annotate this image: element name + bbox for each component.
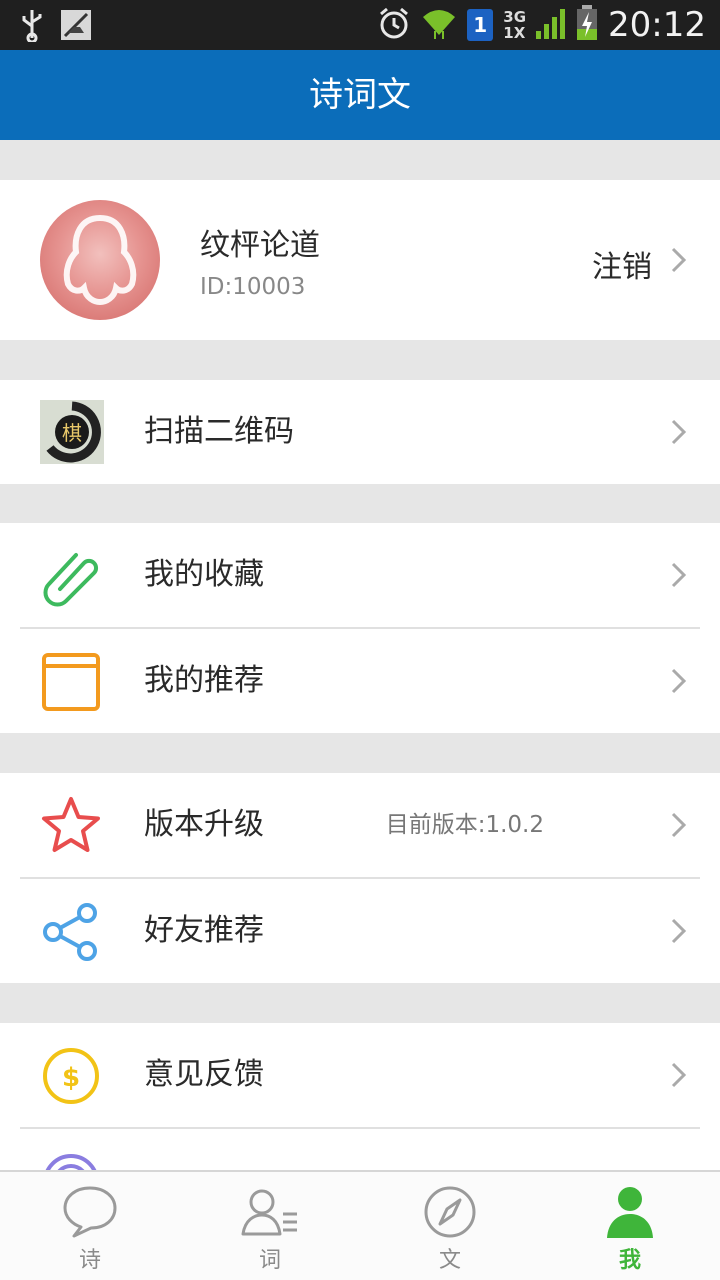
feedback-label: 意见反馈 <box>144 1057 264 1092</box>
penguin-avatar-icon <box>63 214 137 306</box>
chevron-right-icon <box>671 668 687 694</box>
username: 纹枰论道 <box>200 228 320 263</box>
paperclip-icon <box>40 545 102 607</box>
svg-text:$: $ <box>62 1063 80 1093</box>
wifi-icon <box>421 5 457 45</box>
share-row[interactable]: 好友推荐 <box>0 879 720 983</box>
share-icon <box>40 901 102 963</box>
collection-section: 我的收藏 我的推荐 <box>0 523 720 733</box>
user-icon <box>607 1187 653 1238</box>
favorites-label: 我的收藏 <box>144 557 264 592</box>
svg-text:棋: 棋 <box>62 421 82 445</box>
user-id: ID:10003 <box>200 274 306 300</box>
recommendations-row[interactable]: 我的推荐 <box>0 629 720 733</box>
usb-icon <box>18 8 46 46</box>
signal-icon <box>536 7 566 43</box>
feedback-row[interactable]: $ 意见反馈 <box>0 1023 720 1127</box>
chevron-right-icon <box>671 918 687 944</box>
favorites-row[interactable]: 我的收藏 <box>0 523 720 627</box>
tab-label: 词 <box>258 1248 281 1273</box>
chevron-right-icon <box>671 1062 687 1088</box>
tab-label: 诗 <box>78 1248 101 1273</box>
status-bar: 1 3G 1X 20:12 <box>0 0 720 50</box>
bottom-navigation: 诗 词 文 我 <box>0 1170 720 1280</box>
tab-ci[interactable]: 词 <box>180 1172 360 1280</box>
upgrade-row[interactable]: 版本升级 目前版本:1.0.2 <box>0 773 720 877</box>
battery-charging-icon <box>576 5 598 45</box>
tab-me[interactable]: 我 <box>540 1172 720 1280</box>
chevron-right-icon <box>671 419 687 445</box>
chevron-right-icon <box>671 562 687 588</box>
app-bar: 诗词文 <box>0 50 720 140</box>
compass-icon <box>424 1186 476 1238</box>
more-row[interactable] <box>0 1129 720 1170</box>
network-type: 3G 1X <box>503 8 527 42</box>
go-game-icon: 棋 <box>40 400 104 464</box>
current-version: 目前版本:1.0.2 <box>385 812 544 838</box>
share-label: 好友推荐 <box>144 913 264 948</box>
tab-label: 文 <box>438 1248 461 1273</box>
star-icon <box>40 795 102 857</box>
chevron-right-icon <box>671 812 687 838</box>
scan-qr-row[interactable]: 棋 扫描二维码 <box>0 380 720 484</box>
no-sim-icon <box>60 9 92 45</box>
tab-poem[interactable]: 诗 <box>0 1172 180 1280</box>
coin-icon: $ <box>40 1045 102 1107</box>
upgrade-label: 版本升级 <box>144 807 264 842</box>
recommendations-label: 我的推荐 <box>144 663 264 698</box>
contacts-icon <box>241 1189 297 1236</box>
window-icon <box>40 651 102 713</box>
tab-wen[interactable]: 文 <box>360 1172 540 1280</box>
chat-bubble-icon <box>63 1186 117 1238</box>
alarm-icon <box>377 6 411 44</box>
app-section: 版本升级 目前版本:1.0.2 好友推荐 <box>0 773 720 983</box>
tab-label: 我 <box>618 1248 641 1273</box>
logout-button[interactable]: 注销 <box>592 242 652 286</box>
clock: 20:12 <box>608 5 706 45</box>
support-section: $ 意见反馈 <box>0 1023 720 1170</box>
chevron-right-icon <box>671 247 687 273</box>
avatar[interactable] <box>40 200 160 320</box>
target-icon <box>40 1151 102 1170</box>
profile-card[interactable]: 纹枰论道 ID:10003 注销 <box>0 180 720 340</box>
sim-indicator: 1 <box>467 9 494 41</box>
page-title: 诗词文 <box>309 75 411 115</box>
scan-qr-label: 扫描二维码 <box>144 414 294 449</box>
scan-section: 棋 扫描二维码 <box>0 380 720 484</box>
